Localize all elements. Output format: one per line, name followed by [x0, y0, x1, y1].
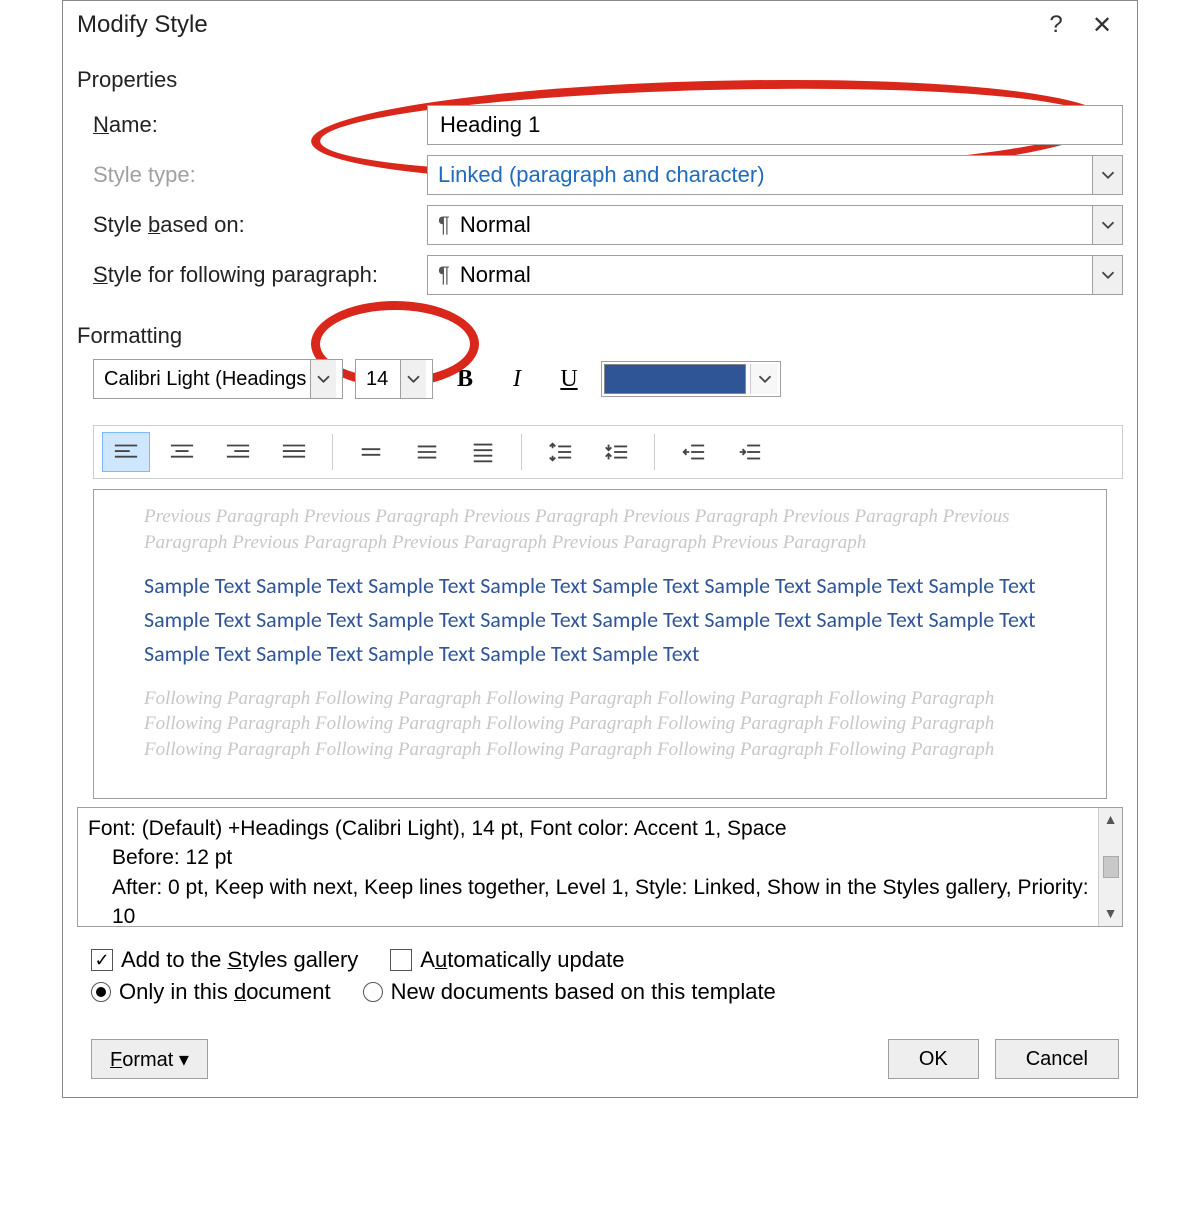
scroll-thumb[interactable] [1103, 856, 1119, 878]
increase-indent-button[interactable] [725, 432, 773, 472]
modify-style-dialog: Modify Style ? ✕ Properties Name: Style … [62, 0, 1138, 1098]
chevron-down-icon [400, 360, 426, 398]
style-based-on-select[interactable]: ¶ Normal [427, 205, 1123, 245]
style-type-select[interactable]: Linked (paragraph and character) [427, 155, 1123, 195]
style-based-on-value: Normal [460, 212, 1112, 238]
preview-following-text: Following Paragraph Following Paragraph … [144, 686, 1066, 763]
font-family-combobox[interactable]: Calibri Light (Headings) [93, 359, 343, 399]
description-line: Font: (Default) +Headings (Calibri Light… [88, 814, 1112, 843]
new-documents-template-label: New documents based on this template [391, 979, 776, 1005]
line-spacing-2-button[interactable] [459, 432, 507, 472]
align-right-button[interactable] [214, 432, 262, 472]
pilcrow-icon: ¶ [438, 262, 450, 288]
font-size-value: 14 [366, 368, 396, 391]
chevron-down-icon [1092, 256, 1122, 294]
font-size-combobox[interactable]: 14 [355, 359, 433, 399]
pilcrow-icon: ¶ [438, 212, 450, 238]
ok-button[interactable]: OK [888, 1039, 979, 1079]
dialog-footer: Format ▾ OK Cancel [63, 1021, 1137, 1097]
help-button[interactable]: ? [1033, 7, 1079, 43]
scroll-up-icon[interactable]: ▲ [1104, 808, 1118, 832]
align-center-button[interactable] [158, 432, 206, 472]
style-following-label: Style for following paragraph: [77, 262, 427, 288]
decrease-indent-button[interactable] [669, 432, 717, 472]
align-justify-button[interactable] [270, 432, 318, 472]
font-family-value: Calibri Light (Headings) [104, 368, 306, 391]
align-left-button[interactable] [102, 432, 150, 472]
font-color-picker[interactable] [601, 361, 781, 397]
auto-update-checkbox[interactable]: Automatically update [390, 947, 624, 973]
scrollbar[interactable]: ▲ ▼ [1098, 808, 1122, 926]
font-toolbar: Calibri Light (Headings) 14 B I U [63, 355, 1137, 407]
chevron-down-icon [310, 360, 336, 398]
only-this-document-radio[interactable]: Only in this document [91, 979, 331, 1005]
preview-previous-text: Previous Paragraph Previous Paragraph Pr… [144, 504, 1066, 555]
style-description: Font: (Default) +Headings (Calibri Light… [77, 807, 1123, 927]
chevron-down-icon [1092, 206, 1122, 244]
chevron-down-icon [750, 364, 778, 394]
line-spacing-1-button[interactable] [347, 432, 395, 472]
preview-sample-text: Sample Text Sample Text Sample Text Samp… [144, 569, 1066, 671]
scroll-down-icon[interactable]: ▼ [1104, 902, 1118, 926]
properties-grid: Name: Style type: Linked (paragraph and … [63, 105, 1137, 295]
cancel-button[interactable]: Cancel [995, 1039, 1119, 1079]
bold-button[interactable]: B [445, 359, 485, 399]
dialog-title: Modify Style [77, 11, 1033, 39]
line-spacing-1-5-button[interactable] [403, 432, 451, 472]
titlebar: Modify Style ? ✕ [63, 1, 1137, 49]
name-label: Name: [77, 112, 427, 138]
underline-button[interactable]: U [549, 359, 589, 399]
style-type-value: Linked (paragraph and character) [438, 162, 1112, 188]
space-before-button[interactable] [536, 432, 584, 472]
auto-update-label: Automatically update [420, 947, 624, 973]
description-line: After: 0 pt, Keep with next, Keep lines … [88, 873, 1112, 932]
name-input[interactable] [427, 105, 1123, 145]
close-button[interactable]: ✕ [1079, 7, 1125, 43]
chevron-down-icon [1092, 156, 1122, 194]
format-button[interactable]: Format ▾ [91, 1039, 208, 1079]
separator [654, 434, 655, 470]
style-following-value: Normal [460, 262, 1112, 288]
style-type-label: Style type: [77, 162, 427, 188]
separator [521, 434, 522, 470]
new-documents-template-radio[interactable]: New documents based on this template [363, 979, 776, 1005]
add-to-gallery-label: Add to the Styles gallery [121, 947, 358, 973]
description-line: Before: 12 pt [88, 843, 1112, 872]
italic-button[interactable]: I [497, 359, 537, 399]
style-based-on-label: Style based on: [77, 212, 427, 238]
style-preview: Previous Paragraph Previous Paragraph Pr… [93, 489, 1107, 799]
color-swatch [604, 364, 746, 394]
section-formatting-label: Formatting [63, 305, 1137, 355]
section-properties-label: Properties [63, 49, 1137, 99]
separator [332, 434, 333, 470]
options: ✓ Add to the Styles gallery Automaticall… [63, 927, 1137, 1021]
add-to-gallery-checkbox[interactable]: ✓ Add to the Styles gallery [91, 947, 358, 973]
only-this-document-label: Only in this document [119, 979, 331, 1005]
paragraph-toolbar [93, 425, 1123, 479]
style-following-select[interactable]: ¶ Normal [427, 255, 1123, 295]
space-after-button[interactable] [592, 432, 640, 472]
